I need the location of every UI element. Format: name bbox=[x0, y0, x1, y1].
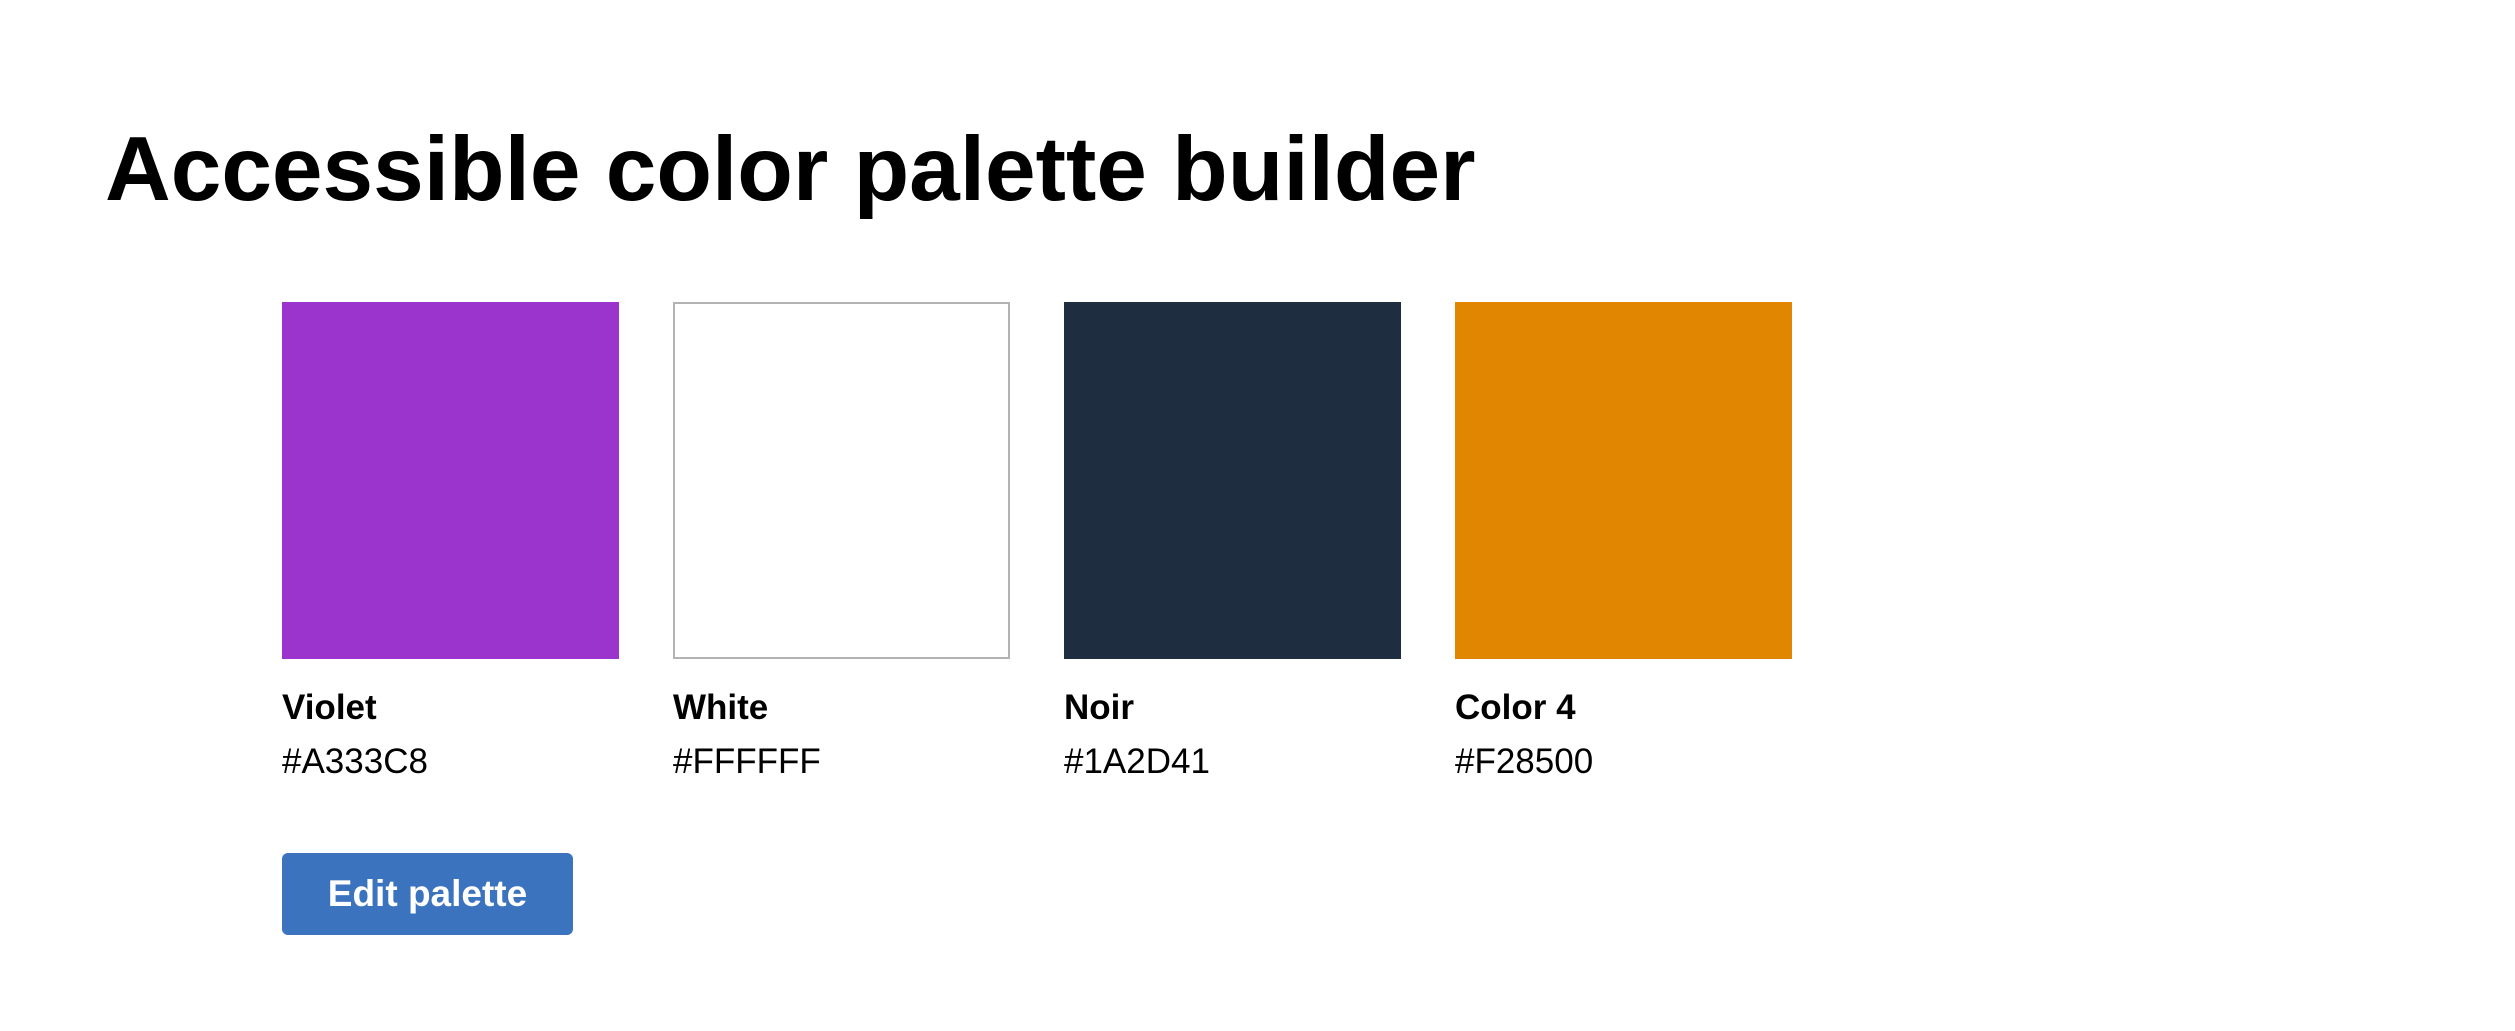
swatch-name: Violet bbox=[282, 688, 377, 727]
page: Accessible color palette builder Violet … bbox=[0, 0, 2515, 1031]
swatch-name: Color 4 bbox=[1455, 688, 1576, 727]
swatch-card-color-4: Color 4 #F28500 bbox=[1455, 302, 1792, 783]
swatch-hex: #1A2D41 bbox=[1064, 742, 1210, 781]
page-title: Accessible color palette builder bbox=[105, 119, 1476, 220]
swatch-hex: #FFFFFF bbox=[673, 742, 821, 781]
swatch-violet bbox=[282, 302, 619, 659]
palette-swatches: Violet #A333C8 White #FFFFFF Noir #1A2D4… bbox=[282, 302, 1792, 783]
edit-palette-button[interactable]: Edit palette bbox=[282, 853, 573, 935]
swatch-card-noir: Noir #1A2D41 bbox=[1064, 302, 1401, 783]
swatch-white bbox=[673, 302, 1010, 659]
swatch-name: Noir bbox=[1064, 688, 1134, 727]
swatch-color-4 bbox=[1455, 302, 1792, 659]
swatch-name: White bbox=[673, 688, 769, 727]
swatch-hex: #A333C8 bbox=[282, 742, 428, 781]
swatch-card-white: White #FFFFFF bbox=[673, 302, 1010, 783]
swatch-hex: #F28500 bbox=[1455, 742, 1594, 781]
swatch-noir bbox=[1064, 302, 1401, 659]
swatch-card-violet: Violet #A333C8 bbox=[282, 302, 619, 783]
